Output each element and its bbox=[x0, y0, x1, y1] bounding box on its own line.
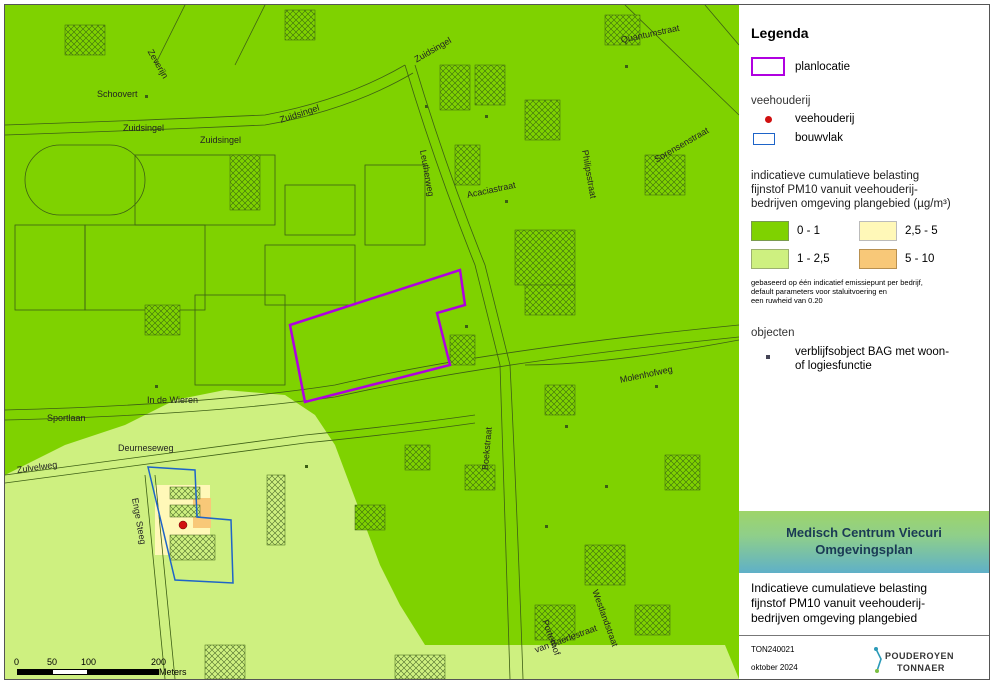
class-label: 2,5 - 5 bbox=[905, 225, 938, 237]
scale-label: 50 bbox=[47, 657, 58, 667]
veehouderij-point bbox=[178, 520, 188, 530]
project-subtitle: Omgevingsplan bbox=[815, 542, 913, 557]
street-label: In de Wieren bbox=[147, 395, 199, 405]
legend-title: Legenda bbox=[751, 25, 809, 41]
scale-unit: Meters bbox=[159, 667, 187, 677]
planlocatie-swatch bbox=[751, 57, 785, 76]
map-view[interactable]: Zuidsingel Zuidsingel Zuidsingel Schoove… bbox=[4, 4, 740, 680]
belasting-title: indicatieve cumulatieve belasting fijnst… bbox=[751, 170, 951, 210]
divider bbox=[739, 635, 989, 636]
project-banner: Medisch Centrum Viecuri Omgevingsplan bbox=[739, 511, 989, 573]
planlocatie-outline bbox=[288, 268, 467, 404]
legend-panel: Legenda planlocatie veehouderij veehoude… bbox=[739, 4, 990, 680]
class-swatch-0-1 bbox=[751, 221, 789, 241]
zone-1-2-5 bbox=[5, 390, 445, 679]
street-label: Zuidsingel bbox=[123, 123, 165, 133]
veehouderij-dot-icon bbox=[765, 116, 772, 123]
scale-label: 200 bbox=[151, 657, 167, 667]
street-label: Deurneseweg bbox=[118, 443, 174, 453]
class-label: 5 - 10 bbox=[905, 253, 935, 265]
veehouderij-header: veehouderij bbox=[751, 95, 811, 107]
map-canvas bbox=[5, 5, 739, 679]
class-label: 0 - 1 bbox=[797, 225, 821, 237]
class-swatch-1-2-5 bbox=[751, 249, 789, 269]
verblijfsobject-icon bbox=[766, 355, 770, 359]
objecten-header: objecten bbox=[751, 327, 795, 339]
method-note: gebaseerd op één indicatief emissiepunt … bbox=[751, 278, 923, 305]
bouwvlak-label: bouwvlak bbox=[795, 132, 843, 144]
project-title: Medisch Centrum Viecuri bbox=[786, 525, 942, 540]
planlocatie-label: planlocatie bbox=[795, 61, 850, 73]
scale-label: 100 bbox=[81, 657, 97, 667]
class-swatch-5-10 bbox=[859, 249, 897, 269]
street-label: Sportlaan bbox=[47, 413, 86, 423]
project-date: oktober 2024 bbox=[751, 663, 798, 672]
street-label: Zuidsingel bbox=[200, 135, 242, 145]
veehouderij-label: veehouderij bbox=[795, 113, 855, 125]
street-label: Schoovert bbox=[97, 89, 138, 99]
verblijfsobject-label: verblijfsobject BAG met woon- of logiesf… bbox=[795, 346, 950, 372]
bouwvlak-swatch bbox=[753, 133, 775, 145]
class-label: 1 - 2,5 bbox=[797, 253, 830, 265]
scale-bar: 0 50 100 200 Meters bbox=[14, 657, 187, 677]
scale-label: 0 bbox=[14, 657, 20, 667]
class-swatch-2-5-5 bbox=[859, 221, 897, 241]
project-code: TON240021 bbox=[751, 645, 795, 654]
map-description: Indicatieve cumulatieve belasting fijnst… bbox=[751, 581, 928, 625]
